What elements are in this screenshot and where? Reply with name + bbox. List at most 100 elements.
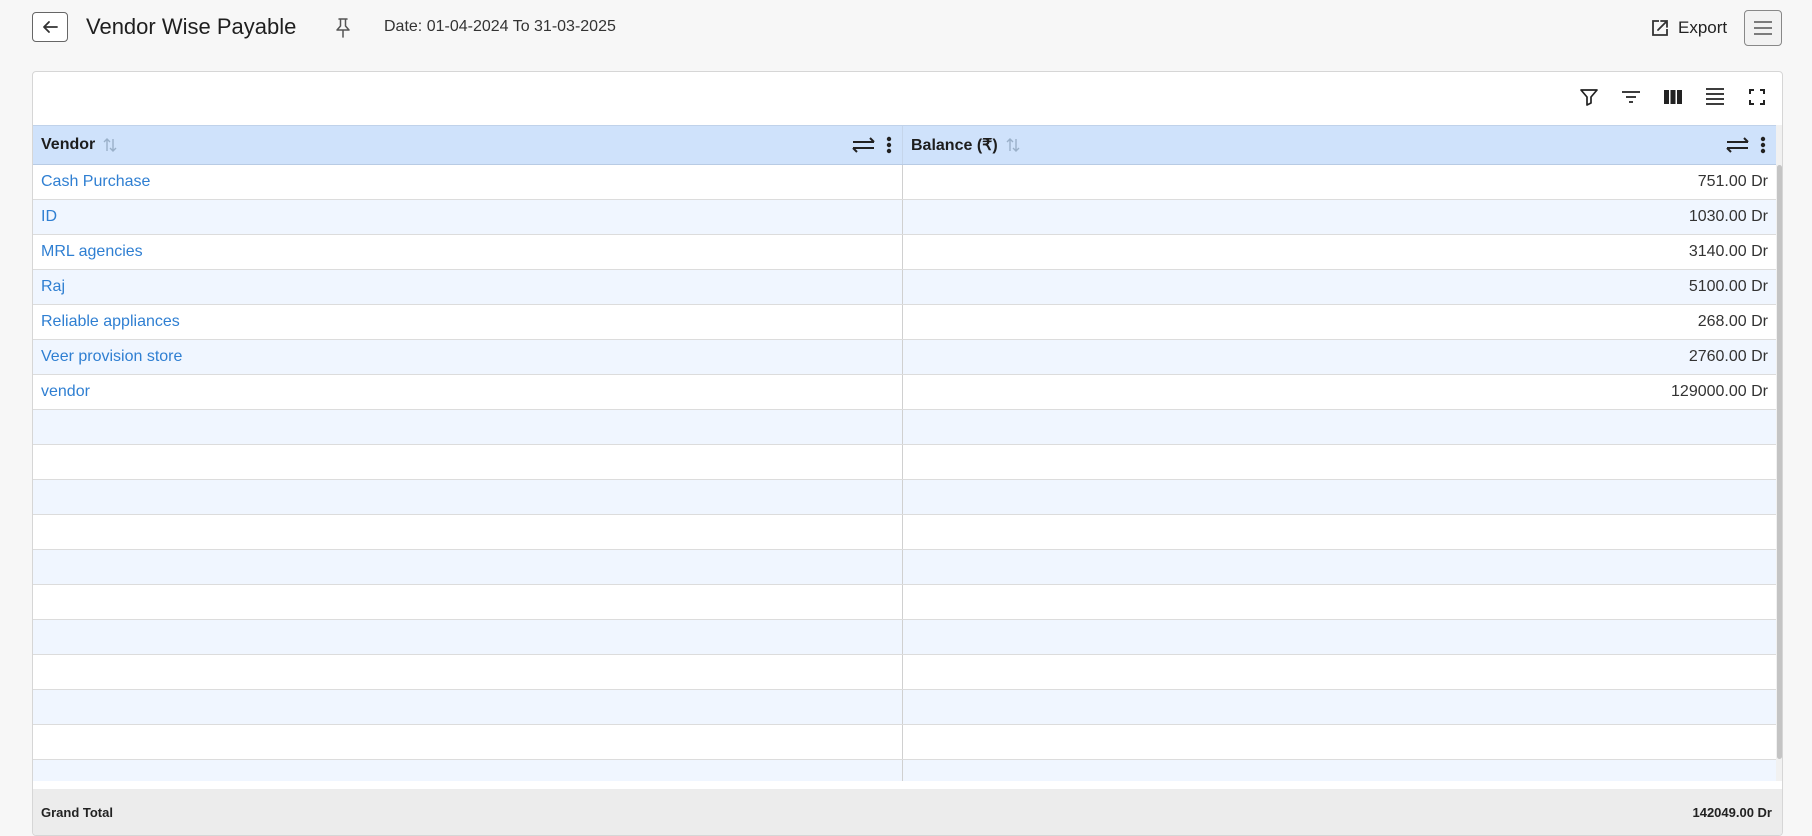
vendor-link[interactable]: Cash Purchase bbox=[41, 173, 150, 191]
vendor-cell: vendor bbox=[33, 375, 903, 409]
export-label: Export bbox=[1678, 18, 1728, 37]
grand-total-label: Grand Total bbox=[41, 804, 113, 820]
table-row bbox=[33, 515, 1776, 550]
balance-value: 3140.00 Dr bbox=[1688, 243, 1768, 260]
balance-cell bbox=[903, 760, 1776, 781]
balance-cell bbox=[903, 550, 1776, 584]
table-row[interactable]: Reliable appliances 268.00 Dr bbox=[33, 305, 1776, 340]
date-range: Date: 01-04-2024 To 31-03-2025 bbox=[384, 18, 616, 35]
vendor-cell bbox=[33, 585, 903, 619]
vendor-cell bbox=[33, 550, 903, 584]
column-header-vendor[interactable]: Vendor bbox=[33, 126, 903, 164]
table-row bbox=[33, 550, 1776, 585]
table-row bbox=[33, 445, 1776, 480]
density-icon[interactable] bbox=[1702, 84, 1728, 110]
vendor-cell: MRL agencies bbox=[33, 235, 903, 269]
vendor-cell bbox=[33, 410, 903, 444]
hamburger-icon bbox=[1754, 21, 1772, 35]
columns-icon[interactable] bbox=[1660, 84, 1686, 110]
balance-cell bbox=[903, 725, 1776, 759]
balance-value: 5100.00 Dr bbox=[1688, 278, 1768, 295]
balance-value: 129000.00 Dr bbox=[1671, 383, 1768, 400]
vendor-cell: Raj bbox=[33, 270, 903, 304]
table-row[interactable]: Cash Purchase 751.00 Dr bbox=[33, 165, 1776, 200]
table-body: Cash Purchase 751.00 Dr ID 1030.00 Dr MRL ag… bbox=[33, 165, 1776, 781]
vendor-link[interactable]: Veer provision store bbox=[41, 348, 182, 366]
balance-cell bbox=[903, 585, 1776, 619]
table-row bbox=[33, 760, 1776, 781]
table-row[interactable]: vendor 129000.00 Dr bbox=[33, 375, 1776, 410]
table-row bbox=[33, 620, 1776, 655]
vendor-cell: ID bbox=[33, 200, 903, 234]
fullscreen-icon[interactable] bbox=[1744, 84, 1770, 110]
balance-cell: 3140.00 Dr bbox=[903, 235, 1776, 269]
table-row[interactable]: ID 1030.00 Dr bbox=[33, 200, 1776, 235]
table-row bbox=[33, 480, 1776, 515]
balance-cell bbox=[903, 445, 1776, 479]
vendor-link[interactable]: Reliable appliances bbox=[41, 313, 180, 331]
vendor-cell bbox=[33, 725, 903, 759]
column-label: Balance (₹) bbox=[911, 137, 998, 154]
table-row[interactable]: Veer provision store 2760.00 Dr bbox=[33, 340, 1776, 375]
balance-cell: 751.00 Dr bbox=[903, 165, 1776, 199]
sort-lines-icon[interactable] bbox=[1618, 84, 1644, 110]
column-menu-icon[interactable] bbox=[1760, 136, 1766, 154]
table-header: Vendor Balance (₹) bbox=[33, 125, 1776, 165]
table-row bbox=[33, 690, 1776, 725]
menu-button[interactable] bbox=[1744, 10, 1782, 46]
vendor-cell bbox=[33, 760, 903, 781]
vendor-cell bbox=[33, 515, 903, 549]
balance-cell: 268.00 Dr bbox=[903, 305, 1776, 339]
balance-cell: 129000.00 Dr bbox=[903, 375, 1776, 409]
data-grid: Vendor Balance (₹) Cash Purchase 751.00 … bbox=[33, 125, 1782, 781]
balance-cell bbox=[903, 480, 1776, 514]
vendor-link[interactable]: Raj bbox=[41, 278, 65, 296]
balance-cell bbox=[903, 410, 1776, 444]
vendor-cell: Cash Purchase bbox=[33, 165, 903, 199]
vendor-cell bbox=[33, 480, 903, 514]
balance-cell: 2760.00 Dr bbox=[903, 340, 1776, 374]
balance-value: 751.00 Dr bbox=[1697, 173, 1768, 190]
report-card: Vendor Balance (₹) Cash Purchase 751.00 … bbox=[32, 71, 1783, 836]
balance-value: 268.00 Dr bbox=[1697, 313, 1768, 330]
balance-cell bbox=[903, 655, 1776, 689]
table-row bbox=[33, 655, 1776, 690]
balance-cell: 5100.00 Dr bbox=[903, 270, 1776, 304]
arrow-left-icon bbox=[43, 21, 58, 33]
vendor-cell bbox=[33, 445, 903, 479]
balance-cell bbox=[903, 620, 1776, 654]
vendor-cell: Veer provision store bbox=[33, 340, 903, 374]
table-row bbox=[33, 725, 1776, 760]
filter-icon[interactable] bbox=[1576, 84, 1602, 110]
vendor-link[interactable]: MRL agencies bbox=[41, 243, 143, 261]
vendor-cell bbox=[33, 690, 903, 724]
column-label: Vendor bbox=[41, 136, 96, 153]
sort-icon[interactable] bbox=[1006, 137, 1020, 153]
vendor-link[interactable]: vendor bbox=[41, 383, 90, 401]
column-header-balance[interactable]: Balance (₹) bbox=[903, 126, 1776, 164]
vendor-cell bbox=[33, 620, 903, 654]
balance-cell: 1030.00 Dr bbox=[903, 200, 1776, 234]
table-row[interactable]: MRL agencies 3140.00 Dr bbox=[33, 235, 1776, 270]
swap-icon[interactable] bbox=[1726, 137, 1750, 153]
vendor-link[interactable]: ID bbox=[41, 208, 57, 226]
back-button[interactable] bbox=[32, 12, 68, 42]
pin-icon[interactable] bbox=[333, 17, 353, 39]
vendor-cell: Reliable appliances bbox=[33, 305, 903, 339]
table-row bbox=[33, 585, 1776, 620]
scrollbar-thumb[interactable] bbox=[1777, 165, 1782, 759]
table-row bbox=[33, 410, 1776, 445]
balance-cell bbox=[903, 515, 1776, 549]
table-toolbar bbox=[1576, 84, 1770, 110]
export-icon bbox=[1652, 20, 1668, 36]
table-row[interactable]: Raj 5100.00 Dr bbox=[33, 270, 1776, 305]
page-title: Vendor Wise Payable bbox=[86, 14, 297, 39]
vendor-cell bbox=[33, 655, 903, 689]
balance-cell bbox=[903, 690, 1776, 724]
column-menu-icon[interactable] bbox=[886, 136, 892, 154]
swap-icon[interactable] bbox=[852, 137, 876, 153]
grand-total-value: 142049.00 Dr bbox=[1692, 804, 1772, 820]
balance-value: 1030.00 Dr bbox=[1688, 208, 1768, 225]
export-button[interactable]: Export bbox=[1650, 15, 1727, 41]
sort-icon[interactable] bbox=[103, 137, 117, 153]
